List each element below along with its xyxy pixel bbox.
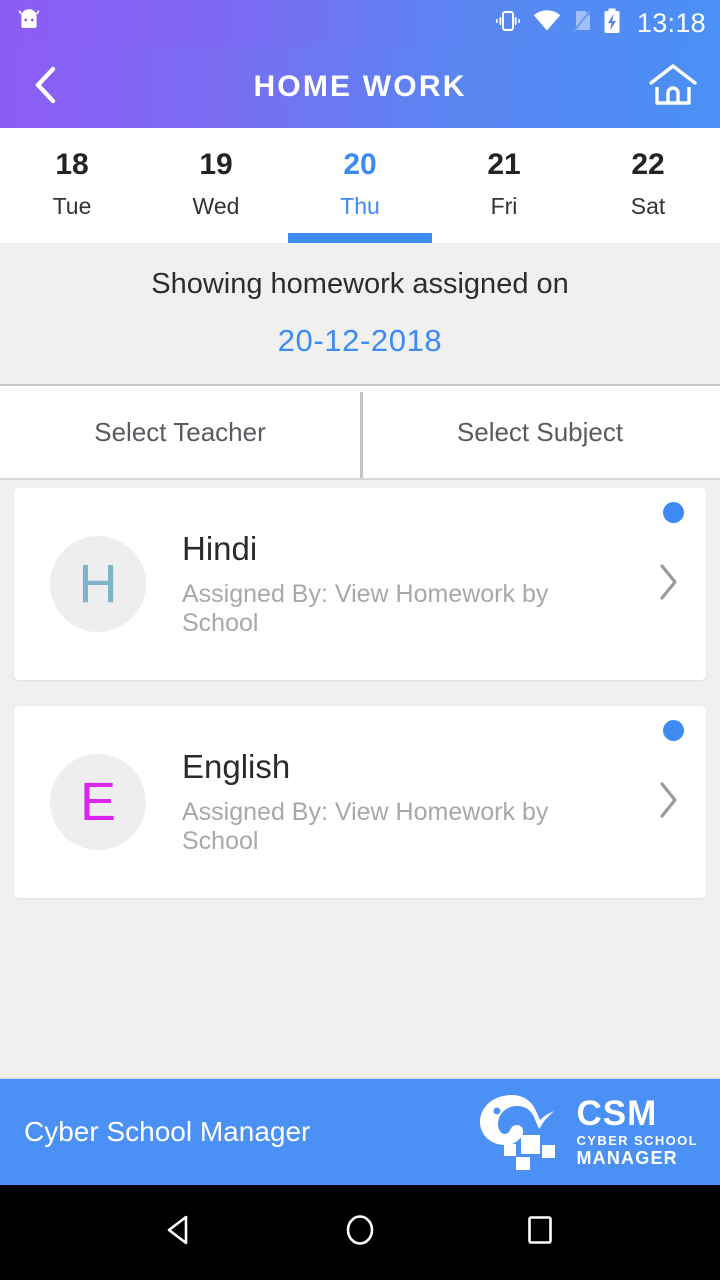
date-weekday: Fri [490, 192, 518, 219]
homework-list: H Hindi Assigned By: View Homework by Sc… [0, 480, 720, 1077]
filter-bar: Select Teacher Select Subject [0, 384, 720, 480]
unread-dot-badge [663, 502, 684, 523]
home-icon [647, 61, 699, 114]
footer-bar: Cyber School Manager CSM CYBER SCHOOL MA… [0, 1077, 720, 1185]
date-selector: 18 Tue 19 Wed 20 Thu 21 Fri 22 Sat [0, 128, 720, 243]
date-tab-18[interactable]: 18 Tue [0, 128, 144, 243]
select-subject-dropdown[interactable]: Select Subject [360, 417, 720, 448]
banner-caption: Showing homework assigned on [151, 268, 569, 300]
chevron-right-icon [653, 776, 683, 829]
filter-divider [360, 392, 363, 478]
page-title: HOME WORK [253, 70, 467, 103]
avatar: E [50, 754, 146, 850]
csm-abbr: CSM [576, 1093, 658, 1133]
no-sim-icon [572, 9, 592, 38]
android-nav-bar [0, 1185, 720, 1280]
date-number: 22 [631, 148, 665, 181]
status-bar: 13:18 [0, 0, 720, 46]
vibrate-icon [494, 9, 522, 38]
status-bar-left [16, 8, 42, 39]
triangle-back-icon [160, 1210, 200, 1255]
homework-card-body: English Assigned By: View Homework by Sc… [146, 747, 630, 857]
assigned-by-text: Assigned By: View Homework by School [182, 797, 549, 856]
date-number: 19 [199, 148, 233, 181]
date-number: 21 [487, 148, 521, 181]
homework-card-hindi[interactable]: H Hindi Assigned By: View Homework by Sc… [14, 488, 706, 680]
nav-recents-button[interactable] [505, 1198, 575, 1268]
avatar-initial: E [79, 772, 117, 832]
date-weekday: Thu [340, 192, 380, 219]
banner-date: 20-12-2018 [277, 323, 443, 358]
battery-charging-icon [603, 8, 621, 39]
csm-line2: CYBER SCHOOL [576, 1133, 698, 1149]
csm-wordmark: CSM CYBER SCHOOL MANAGER [576, 1093, 698, 1169]
app-bar: HOME WORK [0, 46, 720, 128]
date-tab-19[interactable]: 19 Wed [144, 128, 288, 243]
csm-swoosh-icon [476, 1089, 568, 1176]
back-button[interactable] [24, 64, 70, 110]
chevron-right-icon [653, 558, 683, 611]
status-bar-right: 13:18 [494, 8, 706, 39]
brand-name: Cyber School Manager [24, 1116, 311, 1147]
avatar-initial: H [78, 554, 118, 614]
date-tab-21[interactable]: 21 Fri [432, 128, 576, 243]
status-bar-clock: 13:18 [636, 7, 706, 38]
phone-screen: 13:18 HOME WORK 18 Tue 19 Wed 20 Thu 21 … [0, 0, 720, 1280]
date-weekday: Sat [630, 192, 666, 219]
date-tab-22[interactable]: 22 Sat [576, 128, 720, 243]
homework-card-english[interactable]: E English Assigned By: View Homework by … [14, 706, 706, 898]
wifi-icon [533, 9, 561, 37]
square-recents-icon [520, 1210, 560, 1255]
csm-logo: CSM CYBER SCHOOL MANAGER [476, 1089, 698, 1176]
unread-dot-badge [663, 720, 684, 741]
date-number: 18 [55, 148, 89, 181]
date-number: 20 [343, 148, 377, 181]
home-button[interactable] [646, 60, 700, 114]
assigned-by-text: Assigned By: View Homework by School [182, 579, 549, 638]
chevron-left-icon [27, 62, 67, 113]
nav-home-button[interactable] [325, 1198, 395, 1268]
subject-title: English [182, 748, 291, 786]
circle-home-icon [340, 1210, 380, 1255]
select-teacher-dropdown[interactable]: Select Teacher [0, 417, 360, 448]
csm-line3: MANAGER [576, 1148, 678, 1169]
date-tab-20[interactable]: 20 Thu [288, 128, 432, 243]
info-banner: Showing homework assigned on 20-12-2018 [0, 243, 720, 384]
subject-title: Hindi [182, 530, 258, 568]
date-weekday: Tue [52, 192, 92, 219]
avatar: H [50, 536, 146, 632]
nav-back-button[interactable] [145, 1198, 215, 1268]
date-weekday: Wed [192, 192, 240, 219]
app-notification-icon [16, 8, 42, 39]
homework-card-body: Hindi Assigned By: View Homework by Scho… [146, 529, 630, 639]
